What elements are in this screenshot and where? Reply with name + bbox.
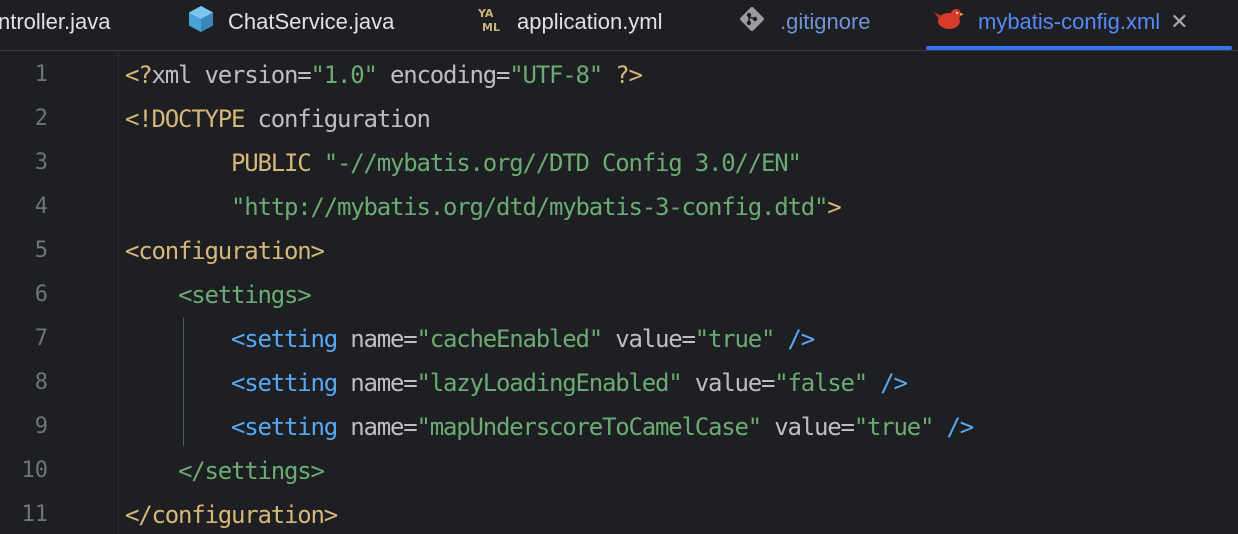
mybatis-bird-icon bbox=[934, 6, 964, 38]
system-id-string: "http://mybatis.org/dtd/mybatis-3-config… bbox=[231, 193, 828, 221]
attr-name: value= bbox=[602, 325, 696, 353]
code-line-5[interactable]: <configuration> bbox=[125, 229, 325, 273]
line-number: 1 bbox=[34, 62, 48, 87]
xml-decl-open: <? bbox=[125, 61, 153, 89]
java-class-icon bbox=[188, 5, 214, 39]
svg-text:ML: ML bbox=[482, 21, 500, 33]
code-line-8[interactable]: <setting name="lazyLoadingEnabled" value… bbox=[125, 361, 908, 405]
configuration-open-tag: <configuration> bbox=[125, 237, 325, 265]
line-number: 4 bbox=[34, 194, 48, 219]
xml-decl-name: xml bbox=[151, 61, 193, 89]
public-id-string: "-//mybatis.org//DTD Config 3.0//EN" bbox=[323, 149, 802, 177]
tab-label: ntroller.java bbox=[0, 9, 111, 34]
doctype-keyword: <!DOCTYPE bbox=[125, 105, 245, 133]
setting-tag: <setting bbox=[231, 413, 338, 441]
settings-close-tag: </settings> bbox=[178, 457, 325, 485]
line-number: 11 bbox=[21, 502, 49, 527]
attr-value: "mapUnderscoreToCamelCase" bbox=[416, 413, 763, 441]
attr-name: value= bbox=[681, 369, 776, 397]
attr-value: "UTF-8" bbox=[509, 61, 603, 89]
attr-name: value= bbox=[760, 413, 855, 441]
svg-text:YA: YA bbox=[477, 7, 494, 20]
tab-label: ChatService.java bbox=[228, 9, 395, 34]
public-keyword: PUBLIC bbox=[231, 149, 312, 177]
self-close: /> bbox=[867, 369, 908, 397]
xml-decl-close: ?> bbox=[602, 61, 643, 89]
attr-value: "1.0" bbox=[310, 61, 378, 89]
line-number: 7 bbox=[34, 326, 48, 351]
attr-value: "true" bbox=[853, 413, 935, 441]
settings-open-tag: <settings> bbox=[178, 281, 312, 309]
attr-name: encoding= bbox=[376, 61, 510, 89]
doctype-close: > bbox=[827, 193, 841, 221]
attr-value: "true" bbox=[694, 325, 776, 353]
code-editor[interactable]: 1 2 3 4 5 6 7 8 9 10 11 <?xml version="1… bbox=[0, 51, 1238, 534]
code-line-2[interactable]: <!DOCTYPE configuration bbox=[125, 97, 431, 141]
doctype-name: configuration bbox=[244, 105, 430, 133]
code-line-1[interactable]: <?xml version="1.0" encoding="UTF-8" ?> bbox=[125, 53, 643, 97]
tab-label: application.yml bbox=[517, 9, 663, 34]
code-line-9[interactable]: <setting name="mapUnderscoreToCamelCase"… bbox=[125, 405, 974, 449]
attr-name: version= bbox=[191, 61, 311, 89]
line-number: 10 bbox=[21, 458, 49, 483]
code-line-3[interactable]: PUBLIC "-//mybatis.org//DTD Config 3.0//… bbox=[125, 141, 802, 185]
line-number: 5 bbox=[34, 238, 48, 263]
editor-tab-bar: ntroller.java ChatService.java YA ML app… bbox=[0, 0, 1238, 51]
tab-gitignore[interactable]: .gitignore bbox=[738, 0, 871, 44]
code-line-10[interactable]: </settings> bbox=[125, 449, 325, 493]
tab-label: .gitignore bbox=[780, 9, 871, 34]
yaml-icon: YA ML bbox=[477, 5, 503, 39]
attr-value: "cacheEnabled" bbox=[416, 325, 604, 353]
line-number: 3 bbox=[34, 150, 48, 175]
code-line-7[interactable]: <setting name="cacheEnabled" value="true… bbox=[125, 317, 815, 361]
code-line-6[interactable]: <settings> bbox=[125, 273, 312, 317]
self-close: /> bbox=[774, 325, 815, 353]
attr-name: name= bbox=[337, 413, 417, 441]
self-close: /> bbox=[933, 413, 974, 441]
tab-controller-java[interactable]: ntroller.java bbox=[0, 0, 111, 44]
tab-mybatis-config-xml[interactable]: mybatis-config.xml ✕ bbox=[934, 0, 1189, 44]
line-number: 8 bbox=[34, 370, 48, 395]
active-tab-indicator bbox=[926, 46, 1232, 50]
attr-value: "lazyLoadingEnabled" bbox=[416, 369, 683, 397]
tab-application-yml[interactable]: YA ML application.yml bbox=[477, 0, 663, 44]
tab-label: mybatis-config.xml bbox=[978, 9, 1161, 34]
attr-value: "false" bbox=[774, 369, 868, 397]
gutter-separator bbox=[118, 51, 119, 534]
line-number: 2 bbox=[34, 106, 48, 131]
git-icon bbox=[738, 5, 766, 39]
line-number: 9 bbox=[34, 414, 48, 439]
setting-tag: <setting bbox=[231, 325, 338, 353]
setting-tag: <setting bbox=[231, 369, 338, 397]
configuration-close-tag: </configuration> bbox=[125, 501, 338, 529]
code-line-4[interactable]: "http://mybatis.org/dtd/mybatis-3-config… bbox=[125, 185, 842, 229]
attr-name: name= bbox=[337, 369, 417, 397]
tab-chatservice-java[interactable]: ChatService.java bbox=[188, 0, 394, 44]
line-number: 6 bbox=[34, 282, 48, 307]
code-line-11[interactable]: </configuration> bbox=[125, 493, 338, 534]
close-tab-icon[interactable]: ✕ bbox=[1170, 9, 1188, 35]
attr-name: name= bbox=[337, 325, 417, 353]
